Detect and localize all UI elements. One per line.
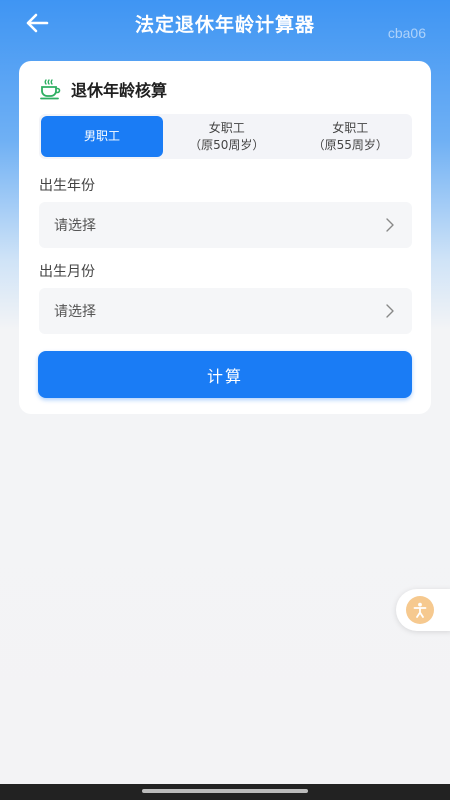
page-title: 法定退休年龄计算器 bbox=[134, 14, 315, 36]
birth-month-select[interactable]: 请选择 bbox=[39, 288, 412, 334]
birth-year-placeholder: 请选择 bbox=[54, 218, 96, 234]
system-nav-bar bbox=[0, 784, 450, 800]
accessibility-icon bbox=[413, 602, 427, 618]
tab-sublabel: （原50周岁） bbox=[189, 137, 265, 152]
tab-female-worker-50[interactable]: 女职工 （原50周岁） bbox=[165, 114, 289, 159]
retirement-card: 退休年龄核算 男职工 女职工 （原50周岁） 女职工 （原55周岁） 出生年份 … bbox=[19, 61, 431, 414]
birth-year-label: 出生年份 bbox=[39, 178, 95, 194]
birth-year-select[interactable]: 请选择 bbox=[39, 202, 412, 248]
birth-month-placeholder: 请选择 bbox=[54, 304, 96, 320]
tab-sublabel: （原55周岁） bbox=[312, 137, 388, 152]
tab-label: 女职工 bbox=[332, 120, 369, 135]
tab-male-worker[interactable]: 男职工 bbox=[41, 116, 163, 157]
tab-female-worker-55[interactable]: 女职工 （原55周岁） bbox=[289, 114, 413, 159]
app-header: 法定退休年龄计算器 cba06 bbox=[0, 0, 450, 46]
accessibility-badge bbox=[406, 596, 434, 624]
birth-month-label: 出生月份 bbox=[39, 264, 95, 280]
home-indicator[interactable] bbox=[142, 789, 308, 793]
card-header: 退休年龄核算 bbox=[39, 77, 167, 101]
tea-cup-icon bbox=[40, 79, 61, 100]
accessibility-float-button[interactable] bbox=[396, 589, 450, 631]
worker-type-tabs: 男职工 女职工 （原50周岁） 女职工 （原55周岁） bbox=[39, 114, 412, 159]
card-title: 退休年龄核算 bbox=[71, 81, 168, 100]
chevron-right-icon bbox=[386, 218, 394, 232]
chevron-right-icon bbox=[386, 304, 394, 318]
tab-label: 女职工 bbox=[208, 120, 245, 135]
watermark: cba06 bbox=[387, 25, 426, 41]
calculate-button[interactable]: 计算 bbox=[38, 351, 412, 398]
tab-label: 男职工 bbox=[83, 129, 120, 143]
